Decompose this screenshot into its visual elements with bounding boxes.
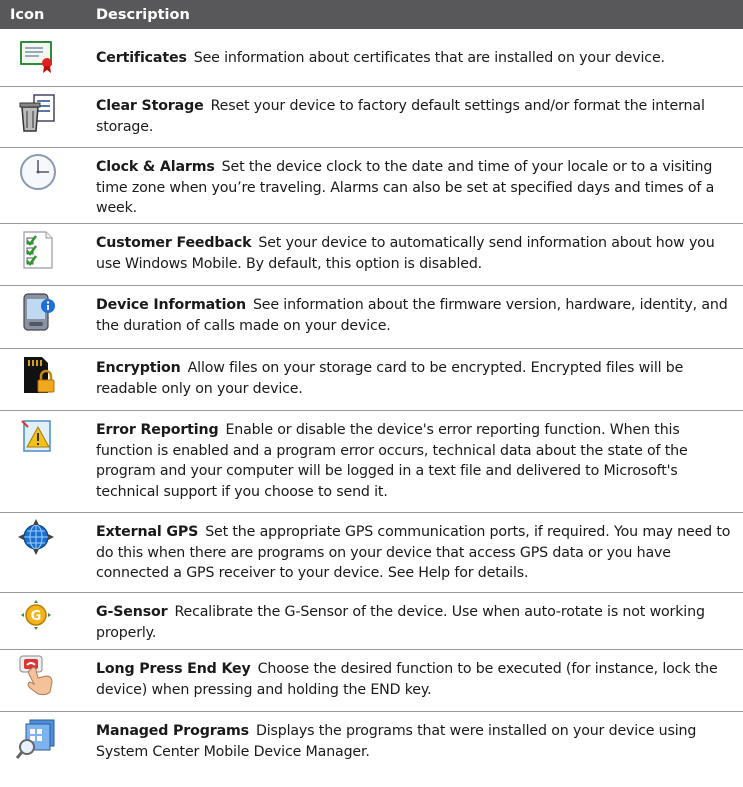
table-row: Certificates See information about certif… [0, 29, 743, 87]
settings-icon-table: Icon Description Certificates See informa… [0, 0, 743, 786]
long-press-end-key-icon [19, 655, 53, 696]
table-row: Error Reporting Enable or disable the dev… [0, 411, 743, 513]
row-title: Long Press End Key [96, 661, 251, 677]
table-row: G G-Sensor Recalibrate the G-Sensor of th… [0, 593, 743, 650]
table-row: Customer Feedback Set your device to auto… [0, 224, 743, 286]
row-description: Allow files on your storage card to be e… [96, 360, 684, 397]
table-row: Device Information See information about … [0, 286, 743, 349]
table-row: Long Press End Key Choose the desired fun… [0, 650, 743, 712]
row-title: Customer Feedback [96, 235, 252, 251]
encryption-icon [24, 357, 55, 393]
table-row: Encryption Allow files on your storage ca… [0, 349, 743, 411]
row-title: Clear Storage [96, 98, 204, 114]
icon-column-header: Icon [10, 6, 45, 23]
row-title: External GPS [96, 524, 199, 540]
table-row: External GPS Set the appropriate GPS comm… [0, 513, 743, 593]
table-header: Icon Description [0, 0, 743, 29]
row-title: Encryption [96, 360, 181, 376]
row-title: Clock & Alarms [96, 159, 215, 175]
table-row: Managed Programs Displays the programs th… [0, 712, 743, 786]
device-information-icon [23, 293, 55, 331]
row-title: Certificates [96, 50, 187, 66]
row-title: Managed Programs [96, 723, 249, 739]
row-title: G-Sensor [96, 604, 168, 620]
row-description: See information about certificates that … [193, 50, 665, 66]
row-title: Error Reporting [96, 422, 219, 438]
certificates-icon [20, 41, 52, 73]
managed-programs-icon [16, 719, 55, 759]
table-row: Clock & Alarms Set the device clock to th… [0, 148, 743, 224]
table-row: Clear Storage Reset your device to factor… [0, 87, 743, 148]
clock-alarms-icon [20, 154, 56, 190]
external-gps-icon [18, 519, 54, 555]
row-description: Recalibrate the G-Sensor of the device. … [96, 604, 705, 641]
error-reporting-icon [21, 420, 51, 452]
svg-text:G: G [31, 609, 42, 624]
customer-feedback-icon [23, 231, 53, 269]
g-sensor-icon: G [21, 600, 51, 630]
description-column-header: Description [96, 6, 190, 23]
clear-storage-icon [19, 94, 55, 132]
row-title: Device Information [96, 297, 246, 313]
